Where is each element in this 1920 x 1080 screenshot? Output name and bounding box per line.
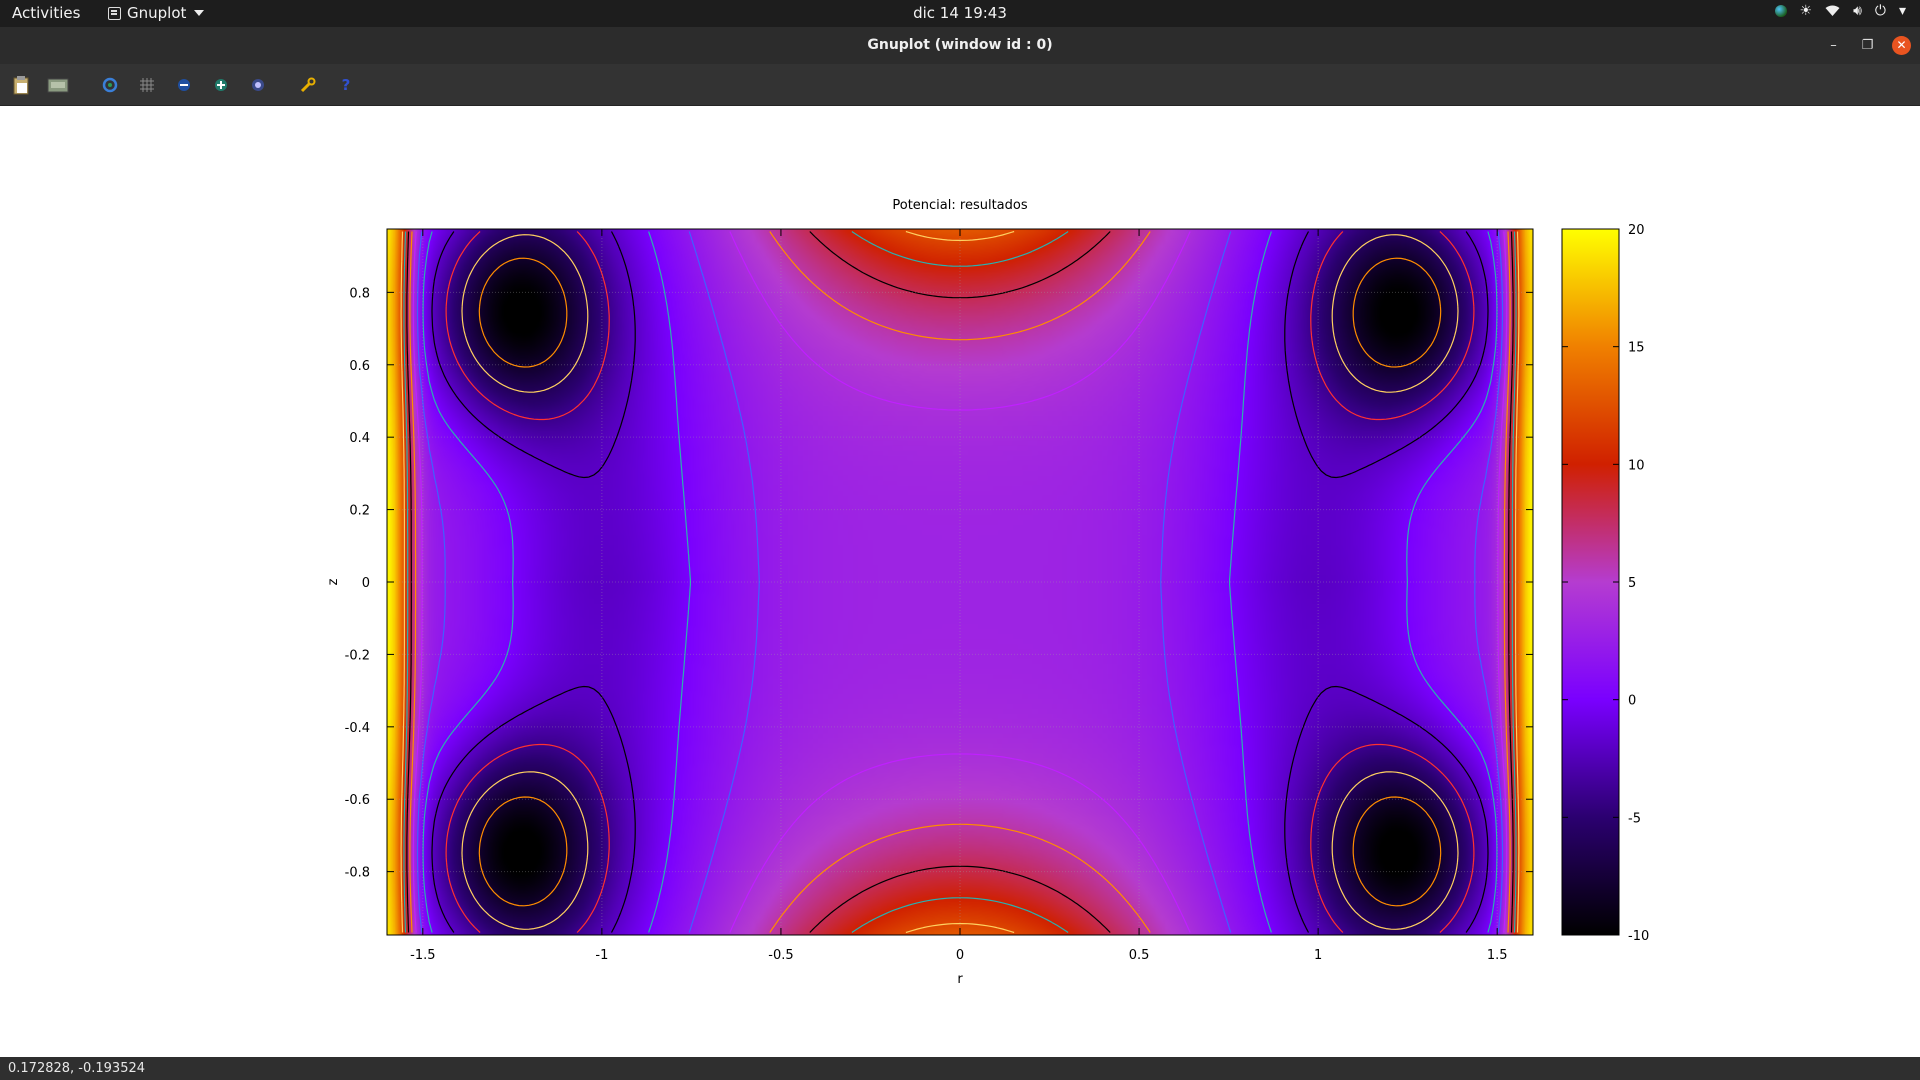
x-axis-label: r (957, 972, 963, 987)
y-tick-label: 0.4 (349, 431, 370, 446)
chevron-down-icon[interactable]: ▾ (1899, 3, 1906, 19)
x-tick-label: 0.5 (1129, 948, 1150, 963)
y-axis-label: z (326, 578, 341, 585)
cursor-coordinates: 0.172828, -0.193524 (8, 1061, 146, 1076)
app-menu[interactable]: Gnuplot (108, 4, 205, 22)
config-icon[interactable] (297, 74, 319, 96)
x-tick-label: -1 (595, 948, 608, 963)
y-tick-label: -0.6 (345, 793, 370, 808)
chart-title: Potencial: resultados (892, 198, 1027, 213)
colorbar (1561, 228, 1620, 936)
wifi-icon[interactable] (1825, 5, 1840, 17)
grid-icon[interactable] (136, 74, 158, 96)
colorbar-tick-label: 0 (1628, 694, 1636, 709)
status-bar: 0.172828, -0.193524 (0, 1057, 1920, 1080)
autoscale-icon[interactable] (247, 74, 269, 96)
x-tick-label: -1.5 (410, 948, 435, 963)
x-tick-label: 1 (1314, 948, 1322, 963)
system-tray[interactable]: ☀ 🔊︎ ⏻ ▾ (1774, 3, 1906, 19)
help-icon[interactable]: ? (335, 74, 357, 96)
y-tick-label: 0.6 (349, 359, 370, 374)
colorbar-tick-label: 20 (1628, 223, 1645, 238)
maximize-button[interactable]: ❐ (1858, 36, 1877, 55)
x-tick-label: 0 (956, 948, 964, 963)
colorbar-tick-label: -10 (1628, 929, 1649, 944)
power-icon[interactable]: ⏻ (1875, 3, 1886, 19)
colorbar-tick-label: 15 (1628, 341, 1645, 356)
x-tick-label: 1.5 (1487, 948, 1508, 963)
y-tick-label: 0 (362, 576, 370, 591)
colorbar-tick-label: 10 (1628, 458, 1645, 473)
x-tick-label: -0.5 (768, 948, 793, 963)
y-tick-label: -0.8 (345, 866, 370, 881)
volume-icon[interactable]: 🔊︎ (1853, 3, 1862, 19)
y-tick-label: 0.2 (349, 504, 370, 519)
window-titlebar[interactable]: Gnuplot (window id : 0) – ❐ ✕ (0, 27, 1920, 64)
colorbar-tick-label: -5 (1628, 811, 1641, 826)
y-tick-label: -0.2 (345, 648, 370, 663)
next-zoom-icon[interactable] (210, 74, 232, 96)
minimize-button[interactable]: – (1824, 36, 1843, 55)
clock[interactable]: dic 14 19:43 (913, 4, 1007, 22)
close-button[interactable]: ✕ (1892, 36, 1911, 55)
clipboard-icon[interactable] (10, 74, 32, 96)
app-menu-label: Gnuplot (127, 4, 187, 22)
colorbar-tick-label: 5 (1628, 576, 1636, 591)
y-tick-label: -0.4 (345, 721, 370, 736)
plot-canvas[interactable]: Potencial: resultados -1.5 -1 -0.5 0 0.5 1 1.5… (0, 106, 1920, 1057)
previous-zoom-icon[interactable] (173, 74, 195, 96)
clock-container: dic 14 19:43 (0, 4, 1920, 22)
print-icon[interactable] (47, 74, 69, 96)
brightness-icon[interactable]: ☀ (1800, 3, 1813, 19)
chevron-down-icon (194, 10, 205, 16)
y-tick-label: 0.8 (349, 286, 370, 301)
gnuplot-app-icon (108, 6, 121, 20)
top-bar: Activities Gnuplot dic 14 19:43 ☀ 🔊︎ ⏻ ▾ (0, 0, 1920, 27)
globe-icon[interactable] (1774, 5, 1787, 17)
activities-button[interactable]: Activities (12, 4, 80, 22)
toolbar: ? (0, 64, 1920, 106)
window-title: Gnuplot (window id : 0) (867, 37, 1053, 53)
replot-icon[interactable] (99, 74, 121, 96)
